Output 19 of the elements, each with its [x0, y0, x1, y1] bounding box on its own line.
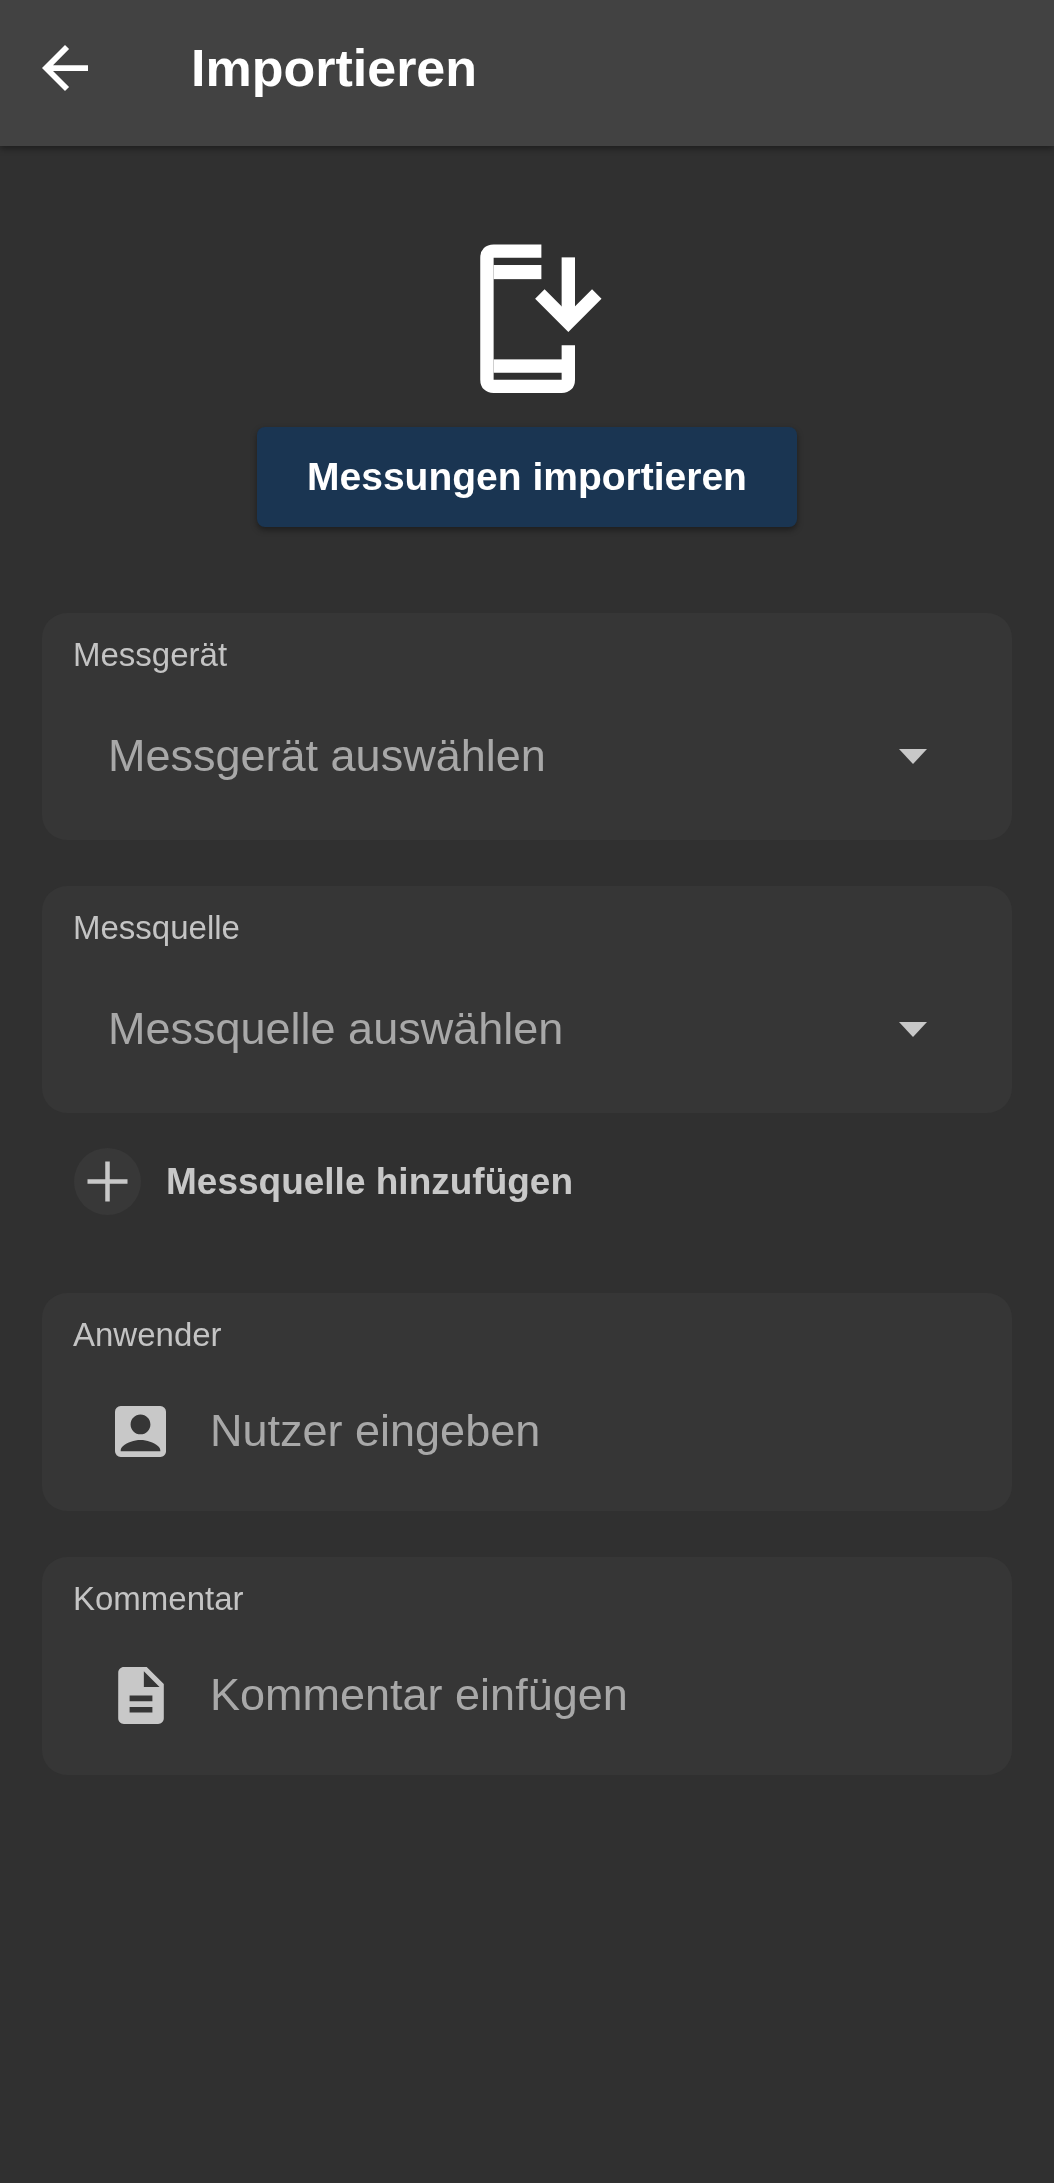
back-arrow-icon	[42, 45, 88, 91]
add-source-button[interactable]: Messquelle hinzufügen	[74, 1148, 574, 1215]
plus-icon	[74, 1148, 141, 1215]
field-label: Kommentar	[73, 1579, 244, 1619]
field-label: Messquelle	[73, 908, 240, 948]
text-field[interactable]: Nutzer eingeben	[210, 1403, 981, 1459]
select-field[interactable]: Messquelle auswählen	[108, 1001, 883, 1057]
import-button[interactable]: Messungen importieren	[257, 427, 797, 527]
caret-icon	[899, 748, 927, 764]
back-button[interactable]	[42, 45, 88, 91]
screen-title: Importieren	[191, 38, 478, 99]
select-field[interactable]: Messgerät auswählen	[108, 728, 883, 784]
person-box-icon	[115, 1405, 166, 1457]
phone-download-icon	[480, 244, 602, 393]
document-icon	[117, 1666, 164, 1724]
caret-icon	[899, 1021, 927, 1037]
field-label: Messgerät	[73, 635, 228, 675]
field-label: Anwender	[73, 1315, 222, 1355]
text-field[interactable]: Kommentar einfügen	[210, 1667, 981, 1723]
